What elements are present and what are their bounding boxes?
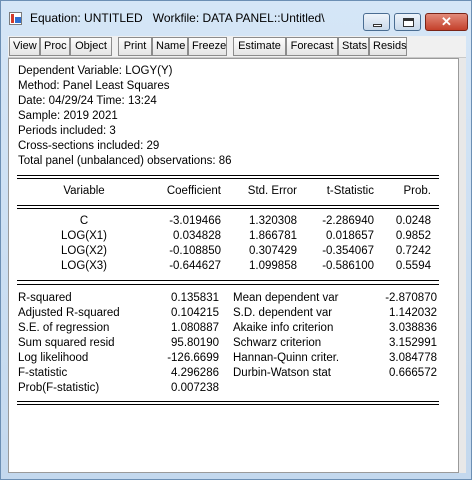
- stat-label: F-statistic: [18, 367, 68, 379]
- stat-value: 0.007238: [171, 382, 219, 394]
- stat-value: 1.080887: [171, 322, 219, 334]
- stat-label: Prob(F-statistic): [18, 382, 100, 394]
- resids-button[interactable]: Resids: [369, 37, 407, 56]
- header-line: Total panel (unbalanced) observations: 8…: [18, 155, 232, 167]
- table-cell: 0.5594: [395, 260, 431, 272]
- table-cell: LOG(X2): [60, 245, 107, 257]
- column-header: Std. Error: [247, 185, 297, 197]
- stat-label: Mean dependent var: [233, 292, 339, 304]
- freeze-button[interactable]: Freeze: [188, 37, 227, 56]
- header-line: Sample: 2019 2021: [18, 110, 118, 122]
- vertical-scrollbar[interactable]: [459, 58, 466, 473]
- table-cell: 1.320308: [249, 215, 297, 227]
- stat-value: 1.142032: [389, 307, 437, 319]
- table-cell: -0.354067: [322, 245, 374, 257]
- table-cell: 0.7242: [395, 245, 431, 257]
- stat-label: Durbin-Watson stat: [233, 367, 331, 379]
- header-line: Dependent Variable: LOGY(Y): [18, 65, 173, 77]
- window-title: Equation: UNTITLED Workfile: DATA PANEL:…: [30, 11, 325, 25]
- table-cell: LOG(X1): [60, 230, 107, 242]
- stat-value: -126.6699: [167, 352, 219, 364]
- table-cell: LOG(X3): [60, 260, 107, 272]
- column-header: Prob.: [403, 185, 432, 197]
- toolbar: View Proc Object Print Name Freeze Estim…: [8, 36, 466, 58]
- stat-label: Akaike info criterion: [233, 322, 334, 334]
- header-line: Date: 04/29/24 Time: 13:24: [18, 95, 157, 107]
- table-cell: C: [79, 215, 89, 227]
- close-icon: ✕: [441, 14, 452, 29]
- table-cell: 1.099858: [249, 260, 297, 272]
- minimize-icon: [373, 24, 382, 27]
- output-pane: Dependent Variable: LOGY(Y) Method: Pane…: [8, 58, 459, 473]
- column-header: t-Statistic: [326, 185, 374, 197]
- minimize-button[interactable]: [363, 13, 390, 31]
- equation-window: Equation: UNTITLED Workfile: DATA PANEL:…: [0, 0, 472, 480]
- estimate-button[interactable]: Estimate: [233, 37, 286, 56]
- table-cell: 1.866781: [249, 230, 297, 242]
- stats-button[interactable]: Stats: [338, 37, 369, 56]
- stat-value: -2.870870: [385, 292, 437, 304]
- stat-label: Hannan-Quinn criter.: [233, 352, 340, 364]
- table-cell: 0.018657: [326, 230, 374, 242]
- stat-value: 3.038836: [389, 322, 437, 334]
- table-cell: 0.9852: [395, 230, 431, 242]
- stat-value: 0.666572: [389, 367, 437, 379]
- column-header: Coefficient: [166, 185, 221, 197]
- header-line: Periods included: 3: [18, 125, 116, 137]
- forecast-button[interactable]: Forecast: [286, 37, 338, 56]
- table-cell: 0.307429: [249, 245, 297, 257]
- table-cell: -0.108850: [169, 245, 221, 257]
- stat-label: R-squared: [18, 292, 72, 304]
- table-cell: -0.586100: [322, 260, 374, 272]
- table-rule: [17, 280, 439, 281]
- stat-label: Log likelihood: [18, 352, 89, 364]
- table-rule: [17, 284, 439, 285]
- header-line: Method: Panel Least Squares: [18, 80, 170, 92]
- print-button[interactable]: Print: [118, 37, 152, 56]
- object-button[interactable]: Object: [70, 37, 112, 56]
- stat-label: Schwarz criterion: [233, 337, 322, 349]
- table-cell: 0.034828: [173, 230, 221, 242]
- table-rule: [17, 401, 439, 405]
- close-button[interactable]: ✕: [425, 13, 468, 31]
- table-rule: [17, 205, 439, 209]
- table-cell: -0.644627: [169, 260, 221, 272]
- stat-value: 3.152991: [389, 337, 437, 349]
- maximize-button[interactable]: [394, 13, 421, 31]
- header-line: Cross-sections included: 29: [18, 140, 160, 152]
- stat-value: 0.135831: [171, 292, 219, 304]
- table-cell: -2.286940: [322, 215, 374, 227]
- stat-label: S.D. dependent var: [233, 307, 333, 319]
- table-cell: 0.0248: [395, 215, 431, 227]
- stat-value: 4.296286: [171, 367, 219, 379]
- view-button[interactable]: View: [9, 37, 40, 56]
- stat-label: Adjusted R-squared: [18, 307, 120, 319]
- maximize-icon: [403, 18, 414, 27]
- stat-label: Sum squared resid: [18, 337, 115, 349]
- stat-value: 95.80190: [171, 337, 219, 349]
- name-button[interactable]: Name: [152, 37, 188, 56]
- table-rule: [17, 175, 439, 179]
- column-header: Variable: [63, 185, 105, 197]
- stat-label: S.E. of regression: [18, 322, 110, 334]
- eviews-app-icon: [9, 12, 22, 25]
- proc-button[interactable]: Proc: [40, 37, 70, 56]
- table-cell: -3.019466: [169, 215, 221, 227]
- title-bar[interactable]: Equation: UNTITLED Workfile: DATA PANEL:…: [1, 1, 471, 34]
- stat-value: 0.104215: [171, 307, 219, 319]
- stat-value: 3.084778: [389, 352, 437, 364]
